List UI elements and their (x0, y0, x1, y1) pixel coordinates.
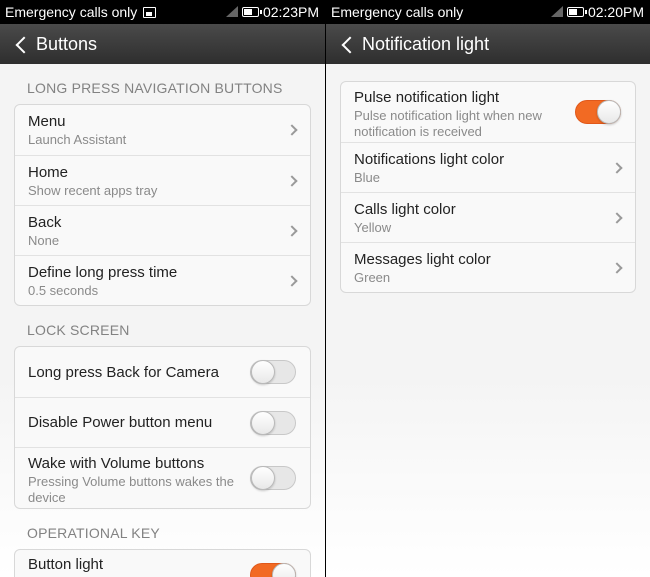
title-bar: Notification light (326, 24, 650, 64)
buttons-settings-screen: Emergency calls only 02:23PM Buttons LON… (0, 0, 325, 577)
status-time: 02:23PM (262, 4, 319, 20)
calls-color-setting[interactable]: Calls light color Yellow (341, 192, 635, 242)
title-bar: Buttons (0, 24, 325, 64)
setting-value: 0.5 seconds (28, 283, 99, 298)
chevron-right-icon (286, 124, 298, 136)
toggle-knob (597, 100, 621, 124)
back-button-setting[interactable]: Back None (15, 205, 310, 255)
lock-screen-card: Long press Back for Camera Disable Power… (14, 346, 311, 509)
signal-icon (550, 5, 563, 17)
setting-value: Launch Assistant (28, 132, 127, 147)
home-button-setting[interactable]: Home Show recent apps tray (15, 155, 310, 205)
setting-title: Back (28, 214, 62, 231)
back-camera-toggle[interactable] (250, 360, 296, 384)
setting-title: Notifications light color (354, 151, 505, 168)
button-light-toggle[interactable] (250, 563, 296, 577)
toggle-knob (251, 360, 275, 384)
setting-title: Pulse notification light (354, 89, 500, 106)
notification-light-card: Pulse notification light Pulse notificat… (340, 81, 636, 293)
status-carrier-text: Emergency calls only (5, 4, 138, 20)
signal-icon (225, 5, 238, 17)
setting-value: Blue (354, 170, 381, 185)
setting-value: None (28, 233, 60, 248)
setting-title: Wake with Volume buttons (28, 455, 205, 472)
page-title: Buttons (36, 33, 98, 54)
status-time: 02:20PM (587, 4, 644, 20)
setting-title: Long press Back for Camera (28, 363, 219, 381)
settings-list: Pulse notification light Pulse notificat… (326, 64, 650, 577)
toggle-knob (251, 466, 275, 490)
battery-icon (566, 7, 587, 17)
long-press-card: Menu Launch Assistant Home Show recent a… (14, 104, 311, 306)
disable-power-menu-toggle[interactable] (250, 410, 296, 435)
chevron-right-icon (611, 211, 623, 224)
button-light-setting[interactable]: Button light (15, 550, 310, 577)
operational-key-card: Button light (14, 549, 311, 577)
status-bar: Emergency calls only 02:20PM (326, 0, 650, 24)
back-camera-setting[interactable]: Long press Back for Camera (15, 347, 310, 397)
setting-title: Define long press time (28, 264, 178, 281)
wake-volume-toggle[interactable] (250, 466, 296, 490)
back-arrow-icon[interactable] (0, 24, 36, 64)
setting-title: Menu (28, 113, 66, 130)
chevron-right-icon (286, 224, 298, 237)
section-header-long-press: LONG PRESS NAVIGATION BUTTONS (27, 80, 283, 96)
menu-button-setting[interactable]: Menu Launch Assistant (15, 105, 310, 155)
chevron-right-icon (611, 161, 623, 174)
setting-value: Green (354, 270, 391, 285)
setting-description: Pressing Volume buttons wakes the device (28, 474, 234, 505)
back-arrow-icon[interactable] (326, 24, 362, 64)
page-title: Notification light (362, 33, 490, 54)
section-header-lock-screen: LOCK SCREEN (27, 322, 130, 338)
setting-title: Messages light color (354, 251, 491, 268)
setting-title: Calls light color (354, 201, 456, 218)
screenshot-notification-icon (143, 7, 157, 18)
chevron-right-icon (286, 174, 298, 187)
status-carrier-text: Emergency calls only (331, 4, 464, 20)
setting-value: Yellow (354, 220, 392, 235)
notification-light-screen: Emergency calls only 02:20PM Notificatio… (326, 0, 650, 577)
setting-value: Show recent apps tray (28, 183, 158, 198)
chevron-right-icon (286, 274, 298, 287)
setting-title: Button light (28, 556, 104, 573)
pulse-light-setting[interactable]: Pulse notification light Pulse notificat… (341, 82, 635, 142)
section-header-operational-key: OPERATIONAL KEY (27, 525, 160, 541)
setting-description: Pulse notification light when new notifi… (354, 108, 542, 139)
toggle-knob (272, 563, 296, 577)
setting-title: Home (28, 164, 69, 181)
wake-volume-setting[interactable]: Wake with Volume buttons Pressing Volume… (15, 447, 310, 508)
status-bar: Emergency calls only 02:23PM (0, 0, 325, 24)
disable-power-menu-setting[interactable]: Disable Power button menu (15, 397, 310, 447)
messages-color-setting[interactable]: Messages light color Green (341, 242, 635, 292)
battery-icon (241, 7, 262, 17)
pulse-light-toggle[interactable] (575, 100, 621, 124)
setting-title: Disable Power button menu (28, 414, 213, 431)
settings-list: LONG PRESS NAVIGATION BUTTONS Menu Launc… (0, 64, 325, 577)
chevron-right-icon (611, 261, 623, 274)
toggle-knob (251, 410, 275, 435)
long-press-time-setting[interactable]: Define long press time 0.5 seconds (15, 255, 310, 305)
notifications-color-setting[interactable]: Notifications light color Blue (341, 142, 635, 192)
